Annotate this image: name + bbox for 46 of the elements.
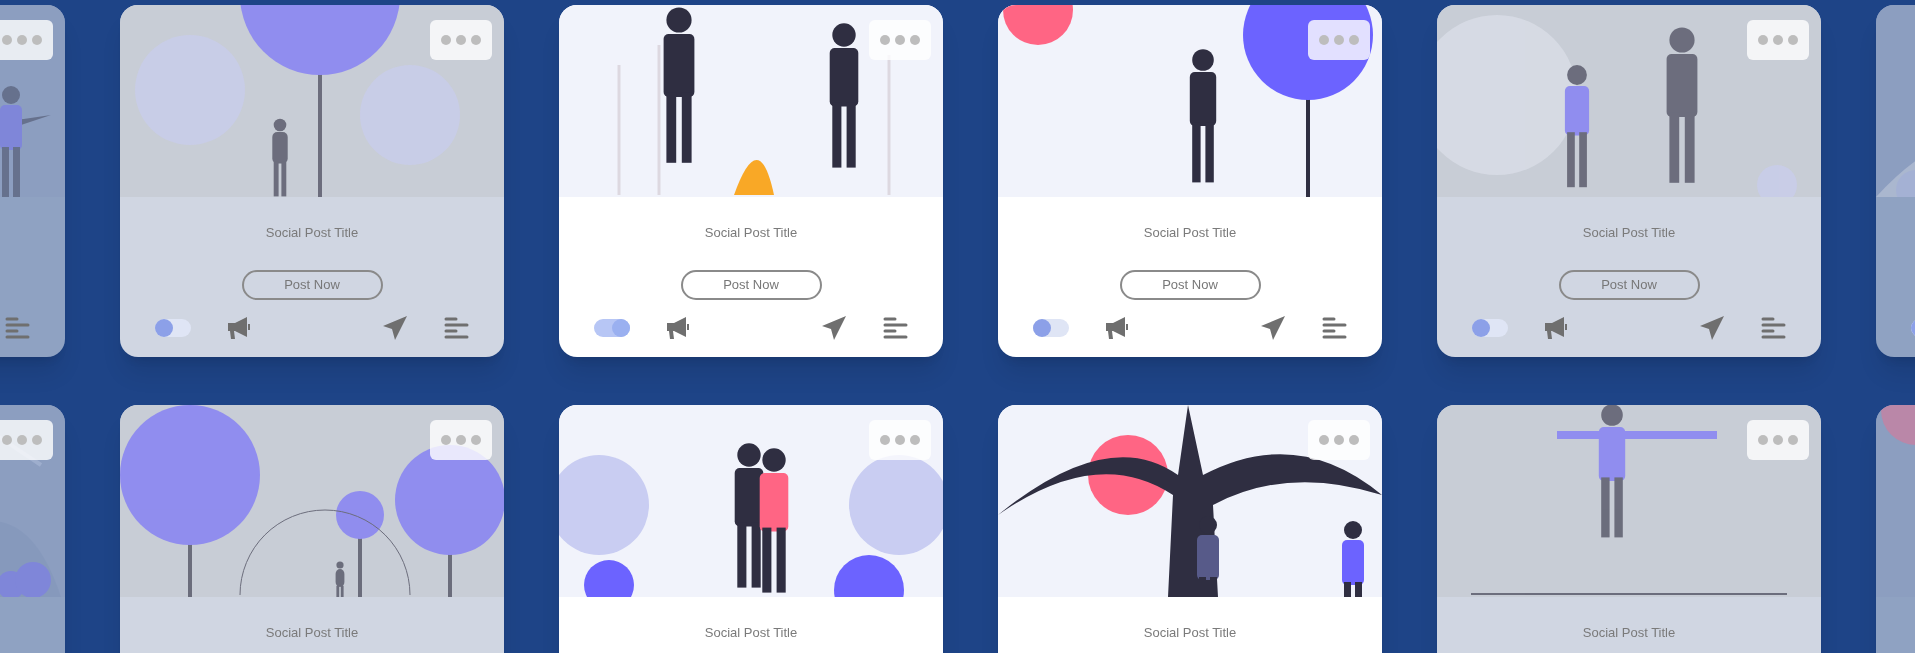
post-now-button[interactable]: Post Now [1558,270,1700,300]
more-options-button[interactable] [430,20,492,60]
post-title: Social Post Title [1582,224,1676,239]
more-options-button[interactable] [1747,420,1809,460]
more-options-button[interactable] [1308,420,1370,460]
post-title: Social Post Title [1143,624,1237,639]
post-title: Social Post Title [1143,224,1237,239]
megaphone-icon[interactable] [1542,314,1570,342]
post-title: Social Post Title [265,624,359,639]
align-left-icon[interactable] [1760,315,1786,341]
toggle-switch[interactable] [594,319,630,337]
post-title: Social Post Title [704,224,798,239]
post-card[interactable]: Social Post Title [998,405,1382,653]
post-title: Social Post Title [265,224,359,239]
paper-plane-icon[interactable] [1259,314,1287,342]
more-options-button[interactable] [430,420,492,460]
more-options-button[interactable] [1308,20,1370,60]
post-now-button[interactable]: Post Now [241,270,383,300]
more-options-button[interactable] [0,420,53,460]
post-card[interactable]: Social Post Title [1437,405,1821,653]
toggle-switch[interactable] [1472,319,1508,337]
more-options-button[interactable] [1747,20,1809,60]
toggle-switch[interactable] [1033,319,1069,337]
post-title: Social Post Title [704,624,798,639]
paper-plane-icon[interactable] [820,314,848,342]
paper-plane-icon[interactable] [381,314,409,342]
align-left-icon[interactable] [1321,315,1347,341]
align-left-icon[interactable] [443,315,469,341]
more-options-button[interactable] [869,420,931,460]
megaphone-icon[interactable] [1103,314,1131,342]
post-now-button[interactable]: Post Now [1119,270,1261,300]
post-card[interactable]: Social Post Title [559,405,943,653]
more-options-button[interactable] [0,20,53,60]
post-card[interactable]: Social Post Title Post Now [1437,5,1821,357]
megaphone-icon[interactable] [225,314,253,342]
post-title: Social Post Title [1582,624,1676,639]
megaphone-icon[interactable] [664,314,692,342]
align-left-icon[interactable] [882,315,908,341]
post-card[interactable]: Social Post Title Post Now [120,5,504,357]
post-card[interactable]: Social Post Title Post Now [559,5,943,357]
more-options-button[interactable] [869,20,931,60]
post-card[interactable]: Social Post Title [120,405,504,653]
paper-plane-icon[interactable] [1698,314,1726,342]
post-card[interactable]: Social Post Title Post Now [998,5,1382,357]
post-now-button[interactable]: Post Now [680,270,822,300]
toggle-switch[interactable] [155,319,191,337]
